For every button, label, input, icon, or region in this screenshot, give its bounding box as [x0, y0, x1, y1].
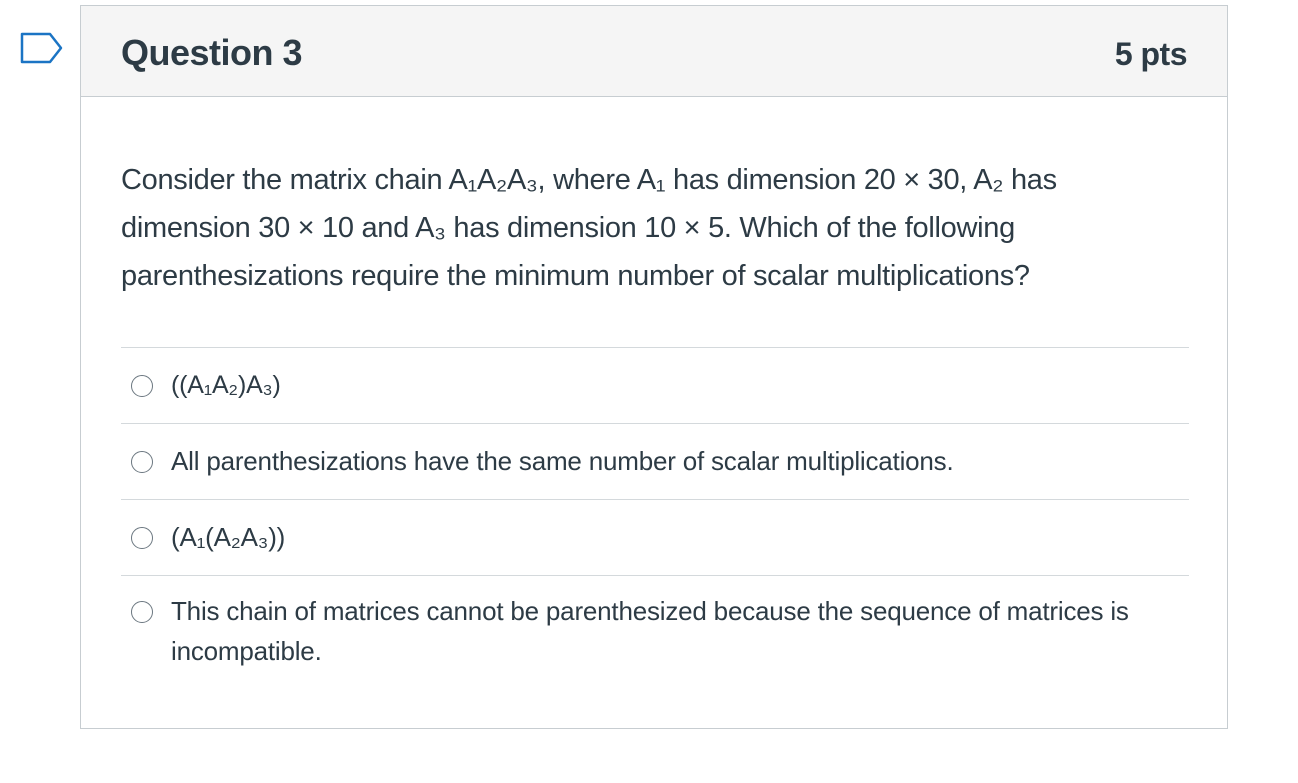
question-points: 5 pts — [1114, 36, 1188, 72]
answer-option[interactable]: This chain of matrices cannot be parenth… — [121, 575, 1189, 685]
radio-button[interactable] — [131, 527, 153, 549]
answer-option[interactable]: ((A₁A₂)A₃) — [121, 347, 1189, 423]
answer-label[interactable]: All parenthesizations have the same numb… — [171, 441, 954, 481]
question-text: Consider the matrix chain A₁A₂A₃, where … — [121, 164, 1057, 292]
radio-button[interactable] — [131, 451, 153, 473]
answer-label[interactable]: This chain of matrices cannot be parenth… — [171, 591, 1181, 671]
answer-label[interactable]: ((A₁A₂)A₃) — [171, 365, 281, 405]
answer-option[interactable]: All parenthesizations have the same numb… — [121, 423, 1189, 499]
question-card: Question 3 5 pts Consider the matrix cha… — [80, 5, 1228, 729]
question-title: Question 3 — [121, 32, 303, 73]
bookmark-flag-icon[interactable] — [20, 32, 64, 66]
answer-label[interactable]: (A₁(A₂A₃)) — [171, 517, 285, 557]
answer-list: ((A₁A₂)A₃) All parenthesizations have th… — [121, 347, 1189, 685]
radio-button[interactable] — [131, 601, 153, 623]
question-header: Question 3 5 pts — [81, 6, 1227, 97]
answer-option[interactable]: (A₁(A₂A₃)) — [121, 499, 1189, 575]
radio-button[interactable] — [131, 375, 153, 397]
